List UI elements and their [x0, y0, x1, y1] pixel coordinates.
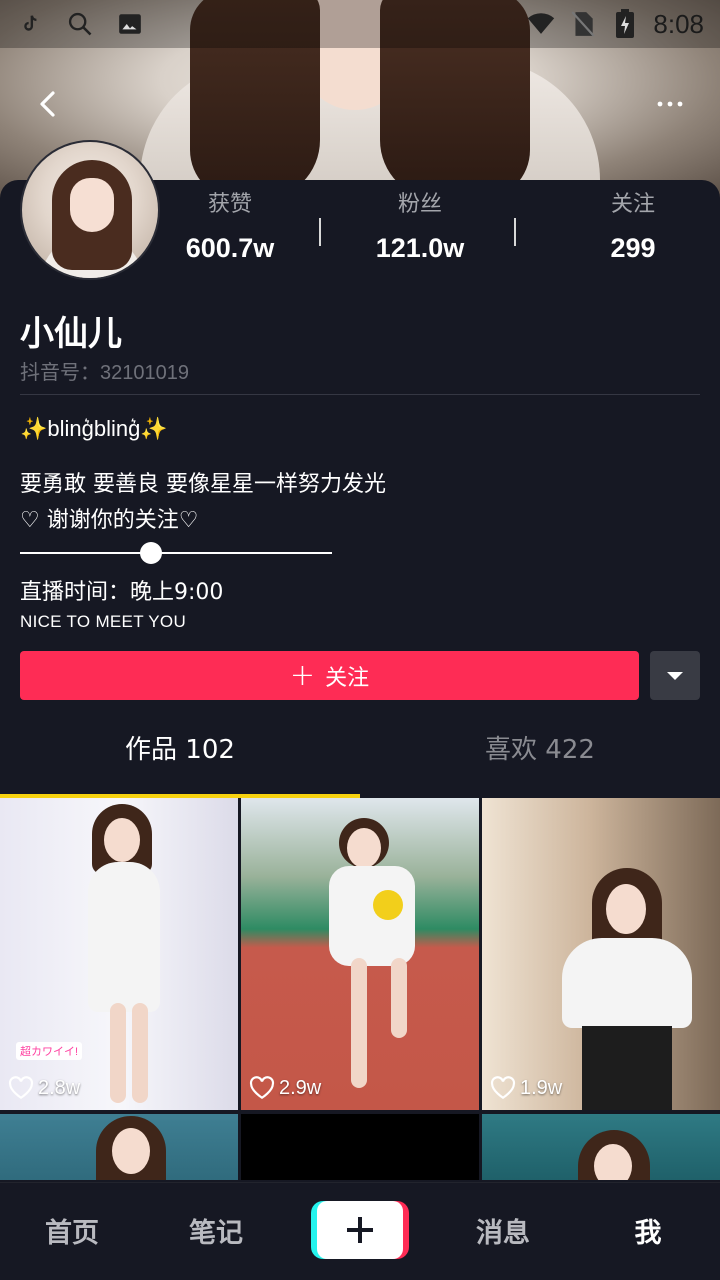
caret-down-icon	[667, 671, 683, 680]
status-time: 8:08	[653, 8, 704, 39]
video-likes-count: 2.8w	[38, 1076, 81, 1099]
bio-live-time: 直播时间：晚上9:00	[20, 580, 224, 605]
stat-following[interactable]: 关注 299	[563, 188, 703, 270]
more-options-button[interactable]	[650, 88, 690, 120]
video-thumbnail[interactable]	[482, 1114, 720, 1180]
status-bar: 8:08	[0, 0, 720, 48]
plus-icon: +	[289, 657, 316, 693]
stat-following-value: 299	[610, 233, 656, 263]
bio-bling-text: bling͛bling͛	[47, 416, 141, 441]
battery-icon	[611, 9, 639, 38]
bio-line-nice: NICE TO MEET YOU	[20, 612, 187, 631]
avatar[interactable]	[20, 140, 160, 280]
video-grid: 超カワイイ! 2.8w 2.9w 1.9w	[0, 798, 720, 1180]
search-icon	[66, 10, 94, 38]
follow-button[interactable]: + 关注	[20, 651, 639, 700]
stat-likes-label: 获赞	[207, 192, 252, 217]
video-thumbnail[interactable]: 超カワイイ! 2.8w	[0, 798, 238, 1110]
video-thumbnail[interactable]: 2.9w	[241, 798, 479, 1110]
video-likes: 1.9w	[490, 1076, 562, 1100]
douyin-id-label: 抖音号：	[20, 362, 100, 384]
bio-slider-track	[20, 552, 332, 554]
wifi-icon	[527, 10, 555, 38]
nickname: 小仙儿	[20, 314, 122, 354]
video-thumbnail[interactable]	[241, 1114, 479, 1180]
heart-icon	[249, 1076, 275, 1100]
divider	[20, 394, 700, 395]
douyin-id-value: 32101019	[100, 362, 189, 384]
stat-following-label: 关注	[610, 192, 655, 217]
video-thumbnail[interactable]	[0, 1114, 238, 1180]
video-sticker-text: 超カワイイ!	[16, 1042, 83, 1060]
follow-button-label: 关注	[325, 665, 370, 691]
heart-icon	[8, 1076, 34, 1100]
back-button[interactable]	[28, 84, 68, 124]
image-icon	[116, 10, 144, 38]
bio-slider-knob	[140, 542, 163, 564]
heart-icon	[490, 1076, 516, 1100]
nav-home[interactable]: 首页	[12, 1211, 132, 1250]
create-button[interactable]	[311, 1201, 409, 1259]
tab-works[interactable]: 作品 102	[0, 724, 360, 776]
profile-stats: 获赞 600.7w 粉丝 121.0w 关注 299	[160, 188, 720, 268]
video-likes: 2.9w	[249, 1076, 321, 1100]
stat-followers[interactable]: 粉丝 121.0w	[350, 188, 490, 270]
video-likes-count: 1.9w	[520, 1076, 563, 1099]
plus-icon	[347, 1217, 373, 1243]
tab-likes[interactable]: 喜欢 422	[360, 724, 720, 776]
stat-likes-value: 600.7w	[185, 233, 275, 263]
no-sim-icon	[569, 10, 597, 38]
bio-line-1: ✨bling͛bling͛✨	[20, 416, 168, 442]
bio-line-2: 要勇敢 要善良 要像星星一样努力发光	[20, 472, 386, 497]
nav-messages[interactable]: 消息	[443, 1211, 563, 1250]
bio-line-3: ♡ 谢谢你的关注♡	[20, 508, 199, 533]
sparkle-icon: ✨	[140, 416, 168, 441]
bottom-navigation: 首页 笔记 消息 我	[0, 1182, 720, 1280]
stat-followers-label: 粉丝	[397, 192, 442, 217]
video-likes-count: 2.9w	[279, 1076, 322, 1099]
stat-divider	[319, 218, 321, 246]
stat-divider	[514, 218, 516, 246]
nav-me[interactable]: 我	[588, 1211, 708, 1250]
back-arrow-icon	[40, 91, 55, 117]
video-thumbnail[interactable]: 1.9w	[482, 798, 720, 1110]
nav-notes[interactable]: 笔记	[156, 1211, 276, 1250]
video-likes: 2.8w	[8, 1076, 80, 1100]
tiktok-icon	[16, 10, 44, 38]
more-dots-icon	[657, 101, 683, 107]
douyin-id: 抖音号：32101019	[20, 356, 189, 385]
recommend-dropdown-button[interactable]	[650, 651, 700, 700]
stat-followers-value: 121.0w	[375, 233, 465, 263]
stat-likes[interactable]: 获赞 600.7w	[160, 188, 300, 270]
sparkle-icon: ✨	[20, 416, 48, 441]
